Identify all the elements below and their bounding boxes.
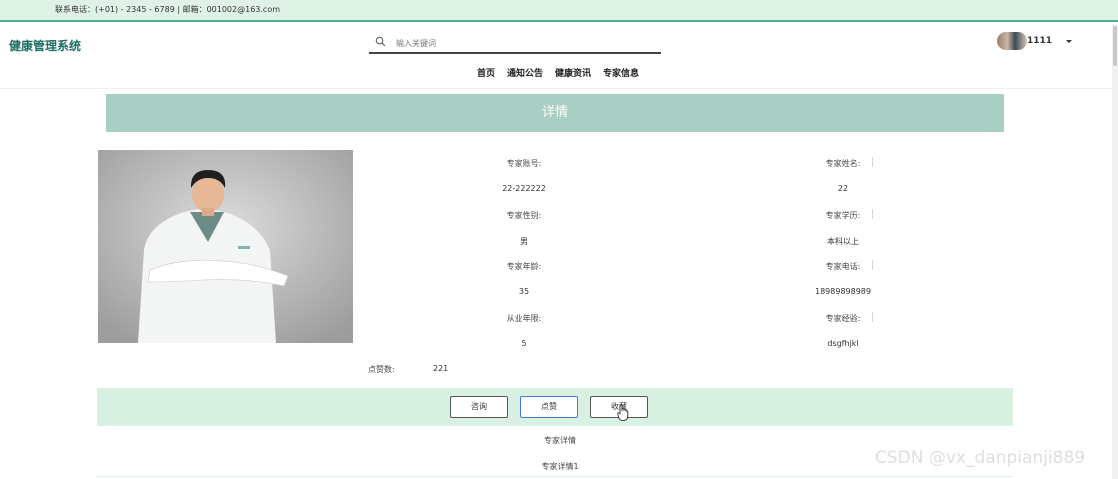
avatar[interactable] bbox=[997, 32, 1027, 50]
education-value: 本科以上 bbox=[827, 237, 859, 246]
divider bbox=[872, 312, 873, 322]
expert-detail-heading: 专家详情 bbox=[544, 436, 576, 445]
nav-divider bbox=[0, 88, 1112, 89]
experience-label: 专家经验: bbox=[825, 314, 861, 323]
scrollbar[interactable] bbox=[1112, 24, 1118, 479]
years-label: 从业年限: bbox=[506, 314, 542, 323]
name-value: 22 bbox=[837, 184, 849, 193]
age-value: 35 bbox=[518, 287, 530, 296]
section-divider bbox=[97, 476, 1013, 477]
education-label: 专家学历: bbox=[825, 211, 861, 220]
action-bar: 咨询 点赞 收藏 bbox=[97, 388, 1013, 426]
top-contact-bar: 联系电话：(+01) - 2345 - 6789 | 邮箱：001002@163… bbox=[0, 0, 1118, 22]
like-button[interactable]: 点赞 bbox=[520, 396, 578, 418]
main-nav: 首页 通知公告 健康资讯 专家信息 bbox=[0, 64, 1112, 88]
divider bbox=[872, 260, 873, 270]
account-value: 22-222222 bbox=[502, 184, 546, 193]
phone-value: 18989898989 bbox=[815, 287, 871, 296]
divider bbox=[872, 209, 873, 219]
age-label: 专家年龄: bbox=[506, 262, 542, 271]
gender-label: 专家性别: bbox=[506, 211, 542, 220]
expert-detail-body: 专家详情1 bbox=[541, 462, 579, 471]
nav-item-notices[interactable]: 通知公告 bbox=[505, 64, 543, 88]
account-label: 专家账号: bbox=[506, 159, 542, 168]
search-box bbox=[369, 33, 661, 54]
name-label: 专家姓名: bbox=[825, 159, 861, 168]
experience-value: dsgfhjkl bbox=[827, 339, 859, 348]
search-input[interactable] bbox=[396, 36, 646, 50]
site-logo[interactable]: 健康管理系统 bbox=[9, 37, 81, 54]
user-menu[interactable]: 1111 bbox=[997, 32, 1073, 50]
search-icon[interactable] bbox=[375, 36, 386, 47]
header: 健康管理系统 1111 bbox=[0, 24, 1118, 64]
contact-info: 联系电话：(+01) - 2345 - 6789 | 邮箱：001002@163… bbox=[55, 5, 281, 14]
expert-photo bbox=[98, 150, 353, 343]
user-name[interactable]: 1111 bbox=[1027, 36, 1052, 46]
nav-item-home[interactable]: 首页 bbox=[475, 64, 495, 88]
phone-label: 专家电话: bbox=[825, 262, 861, 271]
likes-label: 点赞数: bbox=[368, 365, 395, 374]
page-title: 详情 bbox=[106, 94, 1004, 132]
divider bbox=[872, 157, 873, 167]
gender-value: 男 bbox=[520, 237, 528, 246]
nav-item-health-news[interactable]: 健康资讯 bbox=[553, 64, 591, 88]
nav-item-experts[interactable]: 专家信息 bbox=[601, 64, 639, 88]
chevron-down-icon[interactable] bbox=[1066, 39, 1073, 43]
years-value: 5 bbox=[521, 339, 527, 348]
likes-value: 221 bbox=[433, 364, 449, 373]
consult-button[interactable]: 咨询 bbox=[450, 396, 508, 418]
watermark: CSDN @vx_danpianji889 bbox=[875, 448, 1086, 468]
hand-cursor-icon bbox=[617, 404, 629, 421]
scrollbar-thumb[interactable] bbox=[1113, 26, 1117, 66]
